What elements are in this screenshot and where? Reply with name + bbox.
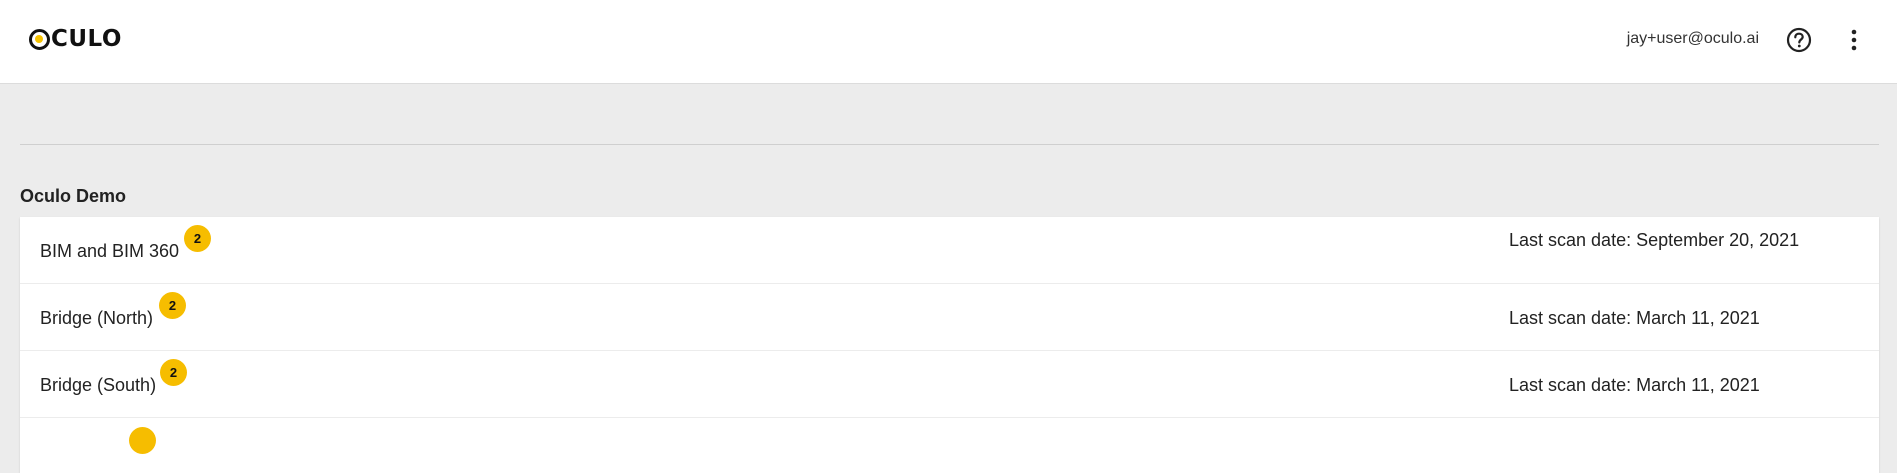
group-title: Oculo Demo bbox=[20, 186, 127, 206]
notification-badge: 2 bbox=[184, 225, 211, 252]
last-scan-date: Last scan date: March 11, 2021 bbox=[1509, 375, 1760, 395]
notification-badge bbox=[129, 427, 156, 454]
logo-o-mark bbox=[29, 28, 50, 50]
project-row-bridge-south[interactable]: Bridge (South) 2 Last scan date: March 1… bbox=[20, 351, 1879, 418]
project-name: BIM and BIM 360 bbox=[40, 241, 180, 261]
project-name: Bridge (North) bbox=[40, 308, 154, 328]
notification-badge: 2 bbox=[160, 359, 187, 386]
logo-text: CULO bbox=[51, 26, 122, 52]
more-vertical-icon[interactable] bbox=[1840, 26, 1868, 54]
user-email[interactable]: jay+user@oculo.ai bbox=[1627, 30, 1759, 48]
last-scan-date: Last scan date: September 20, 2021 bbox=[1509, 230, 1800, 250]
project-name: Bridge (South) bbox=[40, 375, 157, 395]
last-scan-date: Last scan date: March 11, 2021 bbox=[1509, 308, 1760, 328]
oculo-logo[interactable]: CULO bbox=[29, 26, 122, 52]
project-list: BIM and BIM 360 2 Last scan date: Septem… bbox=[20, 217, 1879, 473]
project-row-bim[interactable]: BIM and BIM 360 2 Last scan date: Septem… bbox=[20, 217, 1879, 284]
notification-badge: 2 bbox=[159, 292, 186, 319]
project-row-partial[interactable] bbox=[20, 418, 1879, 473]
top-app-bar: CULO jay+user@oculo.ai bbox=[0, 0, 1897, 84]
help-circle-icon[interactable] bbox=[1785, 26, 1813, 54]
section-divider bbox=[20, 144, 1879, 145]
project-row-bridge-north[interactable]: Bridge (North) 2 Last scan date: March 1… bbox=[20, 284, 1879, 351]
